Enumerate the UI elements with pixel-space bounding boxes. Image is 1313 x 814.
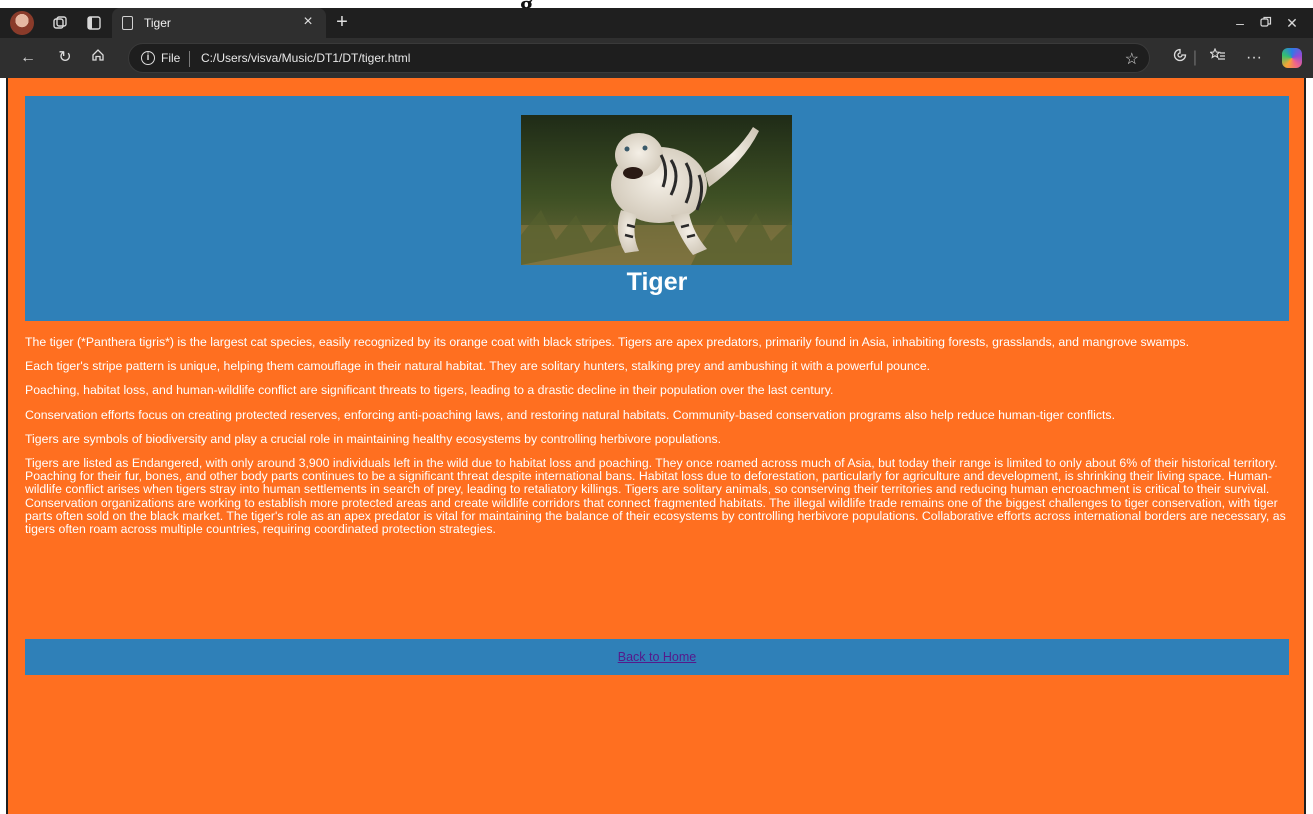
toolbar-separator: | <box>1192 49 1198 66</box>
article-body: The tiger (*Panthera tigris*) is the lar… <box>25 335 1289 547</box>
paragraph-threats: Poaching, habitat loss, and human-wildli… <box>25 383 834 398</box>
paragraph-intro: The tiger (*Panthera tigris*) is the lar… <box>25 335 1189 349</box>
address-bar-row: ← ↻ i File C:/Users/visva/Music/DT1/DT/t… <box>0 38 1313 78</box>
page-title: Tiger <box>626 268 688 296</box>
back-to-home-link[interactable]: Back to Home <box>618 650 697 664</box>
page-icon <box>122 16 133 30</box>
star-icon[interactable]: ☆ <box>1125 49 1139 69</box>
avatar[interactable] <box>10 11 34 35</box>
tab-actions-icon[interactable] <box>84 13 104 33</box>
address-separator <box>189 51 190 67</box>
paragraph-stripes: Each tiger's stripe pattern is unique, h… <box>25 359 931 374</box>
workspaces-icon[interactable] <box>50 13 70 33</box>
favorites-icon[interactable] <box>1208 47 1228 68</box>
plus-icon[interactable]: + <box>332 12 352 32</box>
extensions-icon[interactable] <box>1170 48 1190 68</box>
address-bar[interactable]: i File C:/Users/visva/Music/DT1/DT/tiger… <box>128 43 1150 73</box>
paragraph-endangered: Tigers are listed as Endangered, with on… <box>25 456 1286 537</box>
scheme-label: File <box>161 51 181 65</box>
refresh-icon[interactable]: ↻ <box>55 48 75 68</box>
back-arrow-icon[interactable]: ← <box>18 48 38 68</box>
close-icon[interactable]: × <box>300 14 316 30</box>
copilot-icon[interactable] <box>1282 48 1302 68</box>
page-footer: Back to Home <box>25 639 1289 675</box>
window-top-strip: g <box>0 0 1313 8</box>
page-viewport: Tiger The tiger (*Panthera tigris*) is t… <box>6 78 1306 814</box>
minimize-icon[interactable]: – <box>1230 14 1250 32</box>
tiger-image <box>521 115 792 265</box>
close-window-icon[interactable]: ✕ <box>1282 14 1302 32</box>
more-icon[interactable]: ··· <box>1244 48 1264 68</box>
obscured-heading-fragment: g <box>520 0 580 8</box>
home-icon[interactable] <box>88 48 108 68</box>
page-header: Tiger <box>25 96 1289 321</box>
url-text[interactable]: C:/Users/visva/Music/DT1/DT/tiger.html <box>201 51 410 65</box>
tab-title: Tiger <box>144 16 171 30</box>
paragraph-conservation: Conservation efforts focus on creating p… <box>25 407 1115 422</box>
tab-tiger[interactable]: Tiger × <box>112 8 326 38</box>
paragraph-biodiversity: Tigers are symbols of biodiversity and p… <box>25 431 722 446</box>
info-icon[interactable]: i <box>141 51 155 65</box>
tab-strip: Tiger × + – ✕ <box>0 8 1313 38</box>
restore-icon[interactable] <box>1256 14 1276 32</box>
